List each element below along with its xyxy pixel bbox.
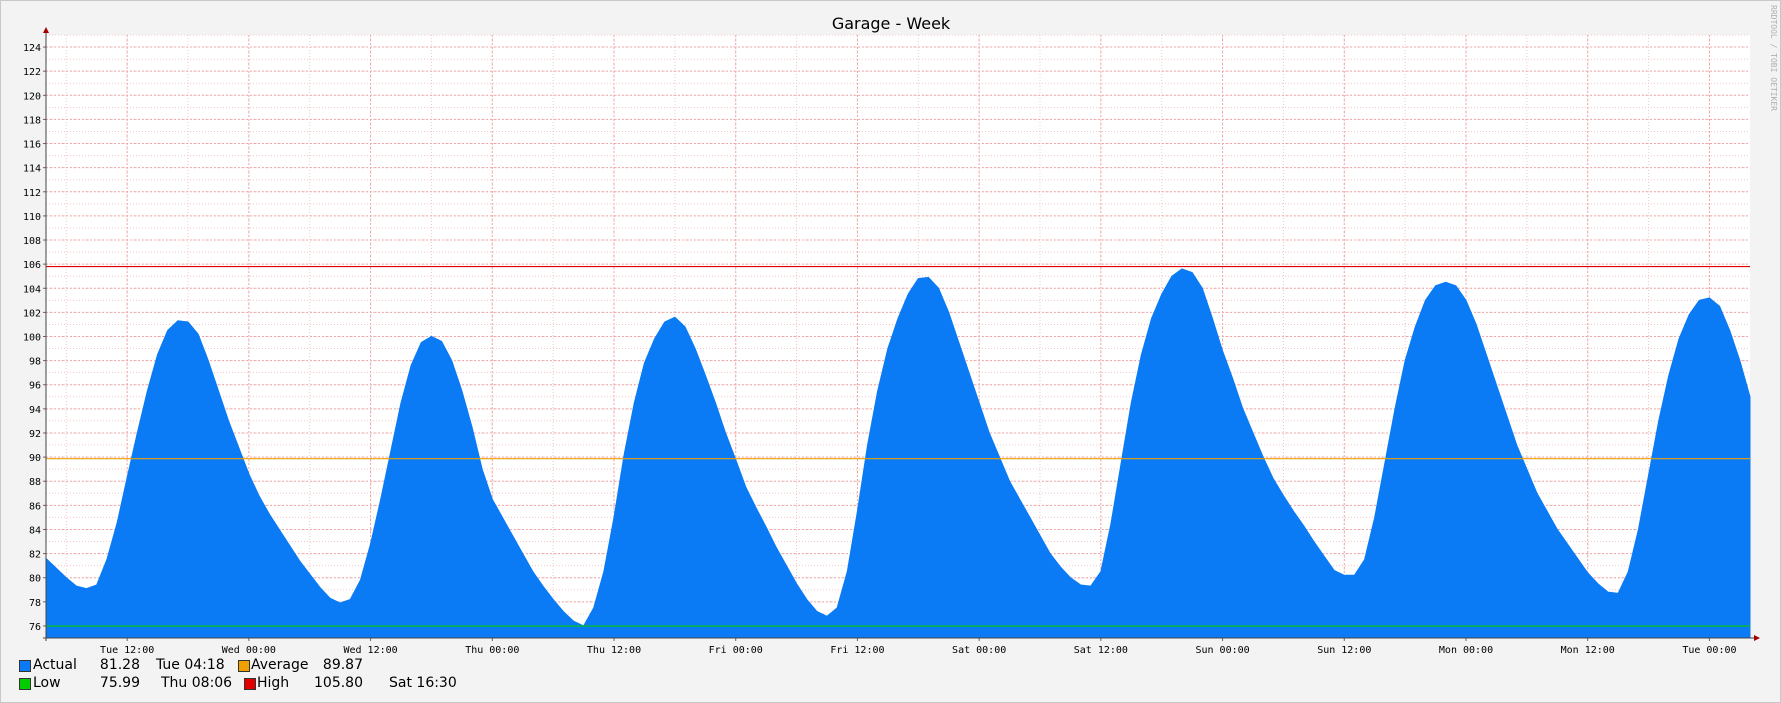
y-tick-label: 94 <box>29 405 41 416</box>
y-tick-label: 100 <box>23 333 41 344</box>
y-axis-arrow <box>43 27 49 33</box>
y-tick-label: 124 <box>23 43 41 54</box>
legend-swatch-high <box>244 678 256 690</box>
y-tick-label: 84 <box>29 525 41 536</box>
y-tick-label: 106 <box>23 260 41 271</box>
temperature-chart: 76 78 80 82 84 86 88 90 92 94 96 98 100 102 104 106 108 1… <box>23 5 1778 656</box>
y-tick-label: 82 <box>29 550 41 561</box>
y-tick-label: 116 <box>23 140 41 151</box>
y-tick-label: 114 <box>23 164 41 175</box>
x-tick-label: Sun 00:00 <box>1195 645 1249 656</box>
y-tick-label: 112 <box>23 188 41 199</box>
y-tick-label: 90 <box>29 453 41 464</box>
y-tick-label: 102 <box>23 308 41 319</box>
y-tick-label: 76 <box>29 622 41 633</box>
y-tick-label: 88 <box>29 477 41 488</box>
x-tick-label: Tue 00:00 <box>1682 645 1736 656</box>
legend-swatch-average <box>238 660 250 672</box>
legend-value-average: 89.87 <box>322 657 363 673</box>
y-tick-label: 98 <box>29 357 41 368</box>
x-tick-label: Fri 00:00 <box>709 645 763 656</box>
y-tick-label: 86 <box>29 501 41 512</box>
y-tick-label: 110 <box>23 212 41 223</box>
y-tick-label: 80 <box>29 574 41 585</box>
watermark: RRDTOOL / TOBI OETIKER <box>1769 5 1778 111</box>
legend-time-high: Sat 16:30 <box>389 675 457 691</box>
y-tick-label: 108 <box>23 236 41 247</box>
x-tick-label: Sat 12:00 <box>1074 645 1128 656</box>
x-tick-label: Fri 12:00 <box>830 645 884 656</box>
legend-swatch-actual <box>19 660 31 672</box>
legend-swatch-low <box>19 678 31 690</box>
y-tick-label: 96 <box>29 381 41 392</box>
legend-label-average: Average <box>251 657 309 673</box>
legend-label-low: Low <box>33 675 61 691</box>
legend-value-actual: 81.28 <box>99 657 140 673</box>
x-tick-label: Wed 00:00 <box>222 645 276 656</box>
x-tick-label: Sat 00:00 <box>952 645 1006 656</box>
x-tick-label: Sun 12:00 <box>1317 645 1371 656</box>
y-tick-labels: 76 78 80 82 84 86 88 90 92 94 96 98 100 102 104 106 108 1… <box>23 43 41 633</box>
legend-time-actual: Tue 04:18 <box>156 657 225 673</box>
chart-frame: 76 78 80 82 84 86 88 90 92 94 96 98 100 102 104 106 108 1… <box>0 0 1781 703</box>
y-tick-label: 118 <box>23 115 41 126</box>
x-tick-label: Tue 12:00 <box>100 645 154 656</box>
x-tick-label: Thu 12:00 <box>587 645 641 656</box>
x-axis-arrow <box>1754 635 1760 641</box>
legend-label-high: High <box>257 675 290 691</box>
legend-value-low: 75.99 <box>99 675 140 691</box>
x-tick-label: Mon 12:00 <box>1561 645 1615 656</box>
y-tick-label: 92 <box>29 429 41 440</box>
legend-value-high: 105.80 <box>314 675 363 691</box>
y-tick-label: 78 <box>29 598 41 609</box>
y-tick-label: 122 <box>23 67 41 78</box>
x-tick-label: Wed 12:00 <box>343 645 397 656</box>
x-tick-label: Mon 00:00 <box>1439 645 1493 656</box>
chart-title: Garage - Week <box>832 14 951 33</box>
y-tick-label: 104 <box>23 284 41 295</box>
x-tick-label: Thu 00:00 <box>465 645 519 656</box>
y-tick-label: 120 <box>23 91 41 102</box>
legend-label-actual: Actual <box>33 657 77 673</box>
x-tick-labels: Tue 12:00 Wed 00:00 Wed 12:00 Thu 00:00 Thu … <box>100 645 1736 656</box>
legend-time-low: Thu 08:06 <box>161 675 233 691</box>
